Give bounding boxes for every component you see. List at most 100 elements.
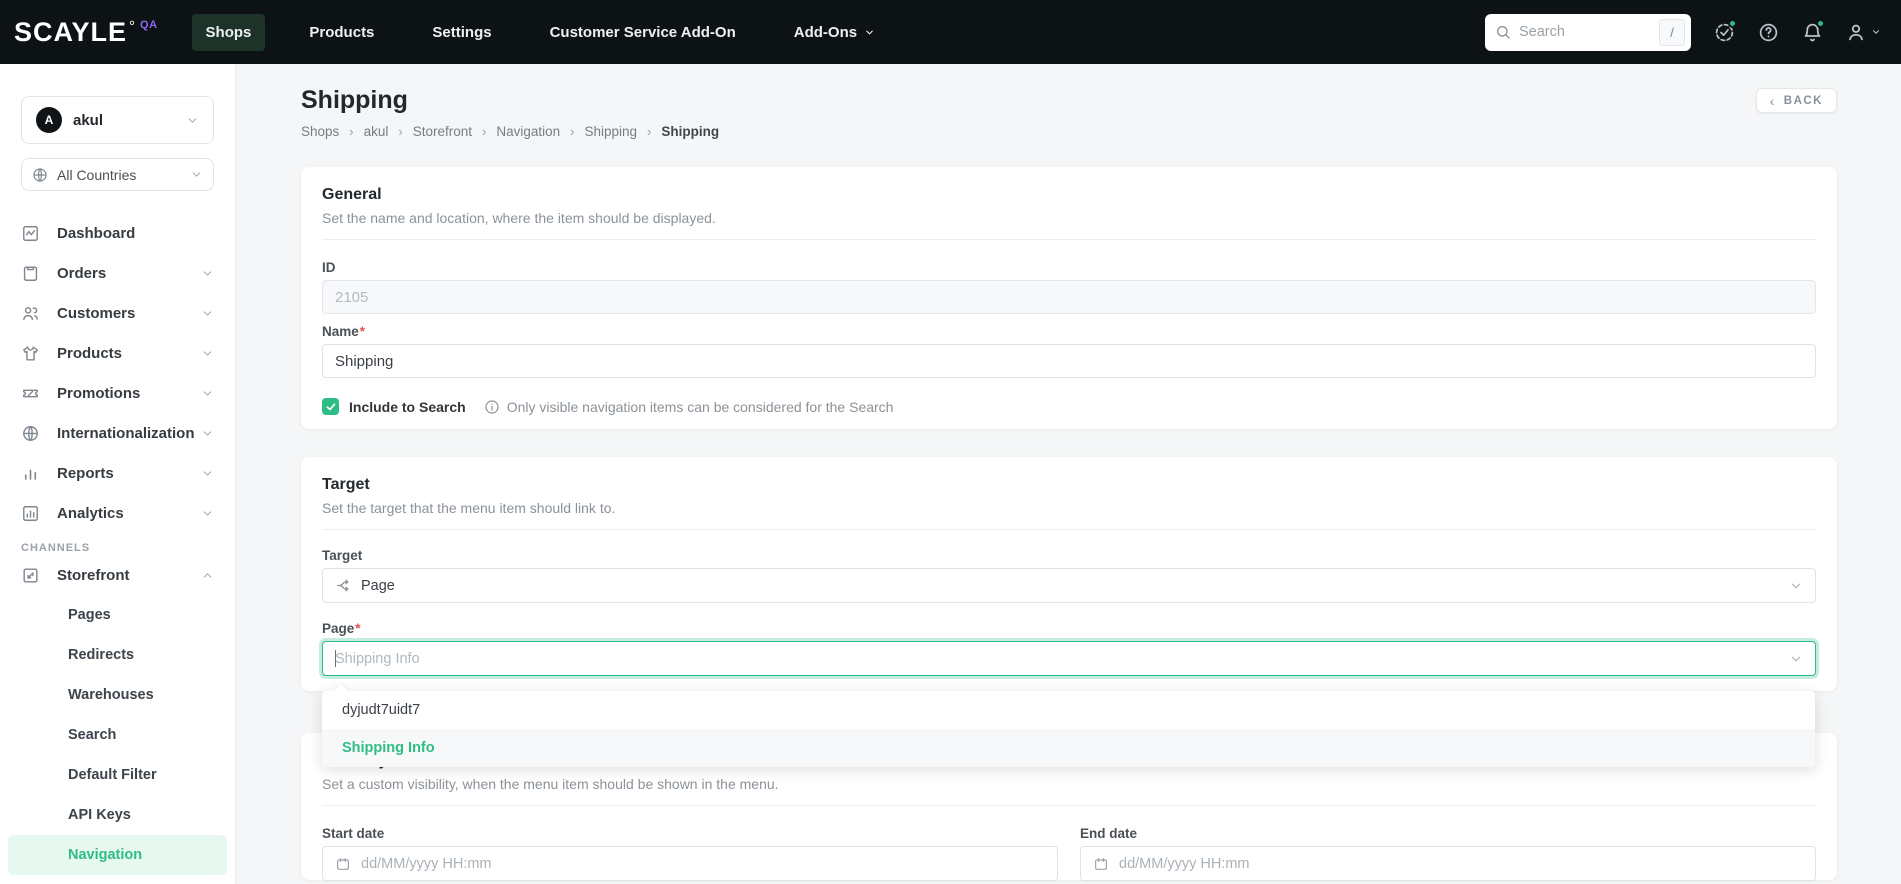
name-field[interactable] (322, 344, 1816, 378)
chevron-down-icon (201, 467, 214, 480)
page-select-input[interactable]: Shipping Info (322, 641, 1816, 676)
channels-section-label: CHANNELS (21, 542, 91, 554)
calendar-icon (1093, 856, 1109, 872)
reports-icon (21, 464, 40, 483)
logo-text: SCAYLE (14, 16, 128, 47)
back-button[interactable]: ‹ BACK (1755, 88, 1837, 113)
search-shortcut-badge: / (1659, 18, 1685, 46)
chevron-down-icon (186, 114, 199, 127)
sidebar-item-search[interactable]: Search (0, 715, 235, 755)
qa-badge: QA (140, 18, 158, 31)
topnav: Shops Products Settings Customer Service… (191, 13, 890, 51)
help-icon[interactable] (1757, 21, 1779, 43)
topnav-settings[interactable]: Settings (418, 14, 505, 51)
country-label: All Countries (57, 166, 137, 183)
chevron-down-icon (201, 347, 214, 360)
start-date-placeholder: dd/MM/yyyy HH:mm (361, 855, 492, 872)
customers-icon (21, 304, 40, 323)
breadcrumb-shops[interactable]: Shops (301, 124, 339, 139)
sidebar-item-customers[interactable]: Customers (0, 293, 235, 333)
products-icon (21, 344, 40, 363)
visibility-card-subtitle: Set a custom visibility, when the menu i… (322, 776, 779, 792)
page-select-dropdown: dyjudt7uidt7 Shipping Info (322, 683, 1815, 767)
sidebar-item-default-filter[interactable]: Default Filter (0, 755, 235, 795)
breadcrumb-navigation[interactable]: Navigation (496, 124, 560, 139)
analytics-icon (21, 504, 40, 523)
breadcrumb: Shops › akul › Storefront › Navigation ›… (301, 124, 720, 139)
topnav-shops[interactable]: Shops (191, 13, 266, 51)
info-icon (484, 399, 500, 415)
sidebar-menu: Dashboard Orders Customers Products Prom… (0, 213, 235, 533)
chevron-down-icon (1871, 27, 1881, 37)
start-date-label: Start date (322, 826, 385, 841)
notifications-icon[interactable] (1801, 19, 1825, 43)
sidebar-item-dashboard[interactable]: Dashboard (0, 213, 235, 253)
chevron-down-icon (201, 507, 214, 520)
name-label: Name* (322, 324, 366, 339)
logo-degree-mark: ° (129, 17, 137, 35)
country-selector[interactable]: All Countries (21, 158, 214, 191)
chevron-up-icon (201, 569, 214, 582)
page-select-value: Shipping Info (335, 650, 420, 667)
target-card-subtitle: Set the target that the menu item should… (322, 500, 616, 516)
breadcrumb-storefront[interactable]: Storefront (413, 124, 472, 139)
dropdown-option[interactable]: dyjudt7uidt7 (322, 691, 1815, 729)
orders-icon (21, 264, 40, 283)
breadcrumb-akul[interactable]: akul (364, 124, 389, 139)
dashboard-icon (21, 224, 40, 243)
split-arrows-icon (335, 577, 352, 594)
topnav-products[interactable]: Products (295, 14, 388, 51)
chevron-left-icon: ‹ (1769, 92, 1776, 109)
shop-avatar: A (36, 107, 62, 133)
chevron-down-icon (1789, 579, 1803, 593)
sidebar-item-storefront[interactable]: Storefront (0, 555, 235, 595)
sidebar-item-orders[interactable]: Orders (0, 253, 235, 293)
topbar-right: / (1485, 13, 1881, 51)
promotions-icon (21, 384, 40, 403)
sidebar-item-redirects[interactable]: Redirects (0, 635, 235, 675)
search-input[interactable] (1519, 24, 1651, 40)
user-icon (1845, 21, 1867, 43)
breadcrumb-shipping[interactable]: Shipping (585, 124, 638, 139)
sidebar-item-promotions[interactable]: Promotions (0, 373, 235, 413)
id-field (322, 280, 1816, 314)
globe-icon (32, 167, 48, 183)
end-date-input[interactable]: dd/MM/yyyy HH:mm (1080, 846, 1816, 881)
profile-menu[interactable] (1845, 21, 1881, 43)
release-status-icon[interactable] (1713, 19, 1737, 43)
sidebar-item-warehouses[interactable]: Warehouses (0, 675, 235, 715)
required-asterisk: * (359, 324, 366, 339)
topnav-customer-service-addon[interactable]: Customer Service Add-On (536, 14, 750, 51)
sidebar: A akul All Countries Dashboard Orders Cu… (0, 64, 236, 884)
sidebar-item-products[interactable]: Products (0, 333, 235, 373)
target-type-value: Page (361, 577, 395, 594)
target-card-title: Target (322, 476, 370, 493)
calendar-icon (335, 856, 351, 872)
target-type-select[interactable]: Page (322, 568, 1816, 603)
general-card-subtitle: Set the name and location, where the ite… (322, 210, 716, 226)
end-date-placeholder: dd/MM/yyyy HH:mm (1119, 855, 1250, 872)
sidebar-item-api-keys[interactable]: API Keys (0, 795, 235, 835)
dropdown-option-selected[interactable]: Shipping Info (322, 729, 1815, 767)
topnav-addons[interactable]: Add-Ons (780, 14, 889, 51)
sidebar-item-pages[interactable]: Pages (0, 595, 235, 635)
sidebar-item-navigation[interactable]: Navigation (8, 835, 227, 875)
general-card: General Set the name and location, where… (301, 167, 1837, 429)
id-label: ID (322, 260, 336, 275)
include-to-search-hint: Only visible navigation items can be con… (506, 398, 894, 415)
chevron-down-icon (201, 307, 214, 320)
chevron-down-icon (1789, 652, 1803, 666)
scayle-logo[interactable]: SCAYLE ° QA (14, 17, 158, 48)
sidebar-item-reports[interactable]: Reports (0, 453, 235, 493)
target-card: Target Set the target that the menu item… (301, 457, 1837, 691)
include-to-search-label[interactable]: Include to Search (349, 399, 466, 415)
sidebar-item-analytics[interactable]: Analytics (0, 493, 235, 533)
page-title: Shipping (301, 86, 408, 114)
global-search[interactable]: / (1485, 13, 1691, 51)
sidebar-item-internationalization[interactable]: Internationalization (0, 413, 235, 453)
shop-selector[interactable]: A akul (21, 96, 214, 144)
start-date-input[interactable]: dd/MM/yyyy HH:mm (322, 846, 1058, 881)
main-content: Shipping ‹ BACK Shops › akul › Storefron… (236, 64, 1901, 884)
include-to-search-checkbox[interactable] (322, 398, 339, 415)
storefront-icon (21, 566, 40, 585)
